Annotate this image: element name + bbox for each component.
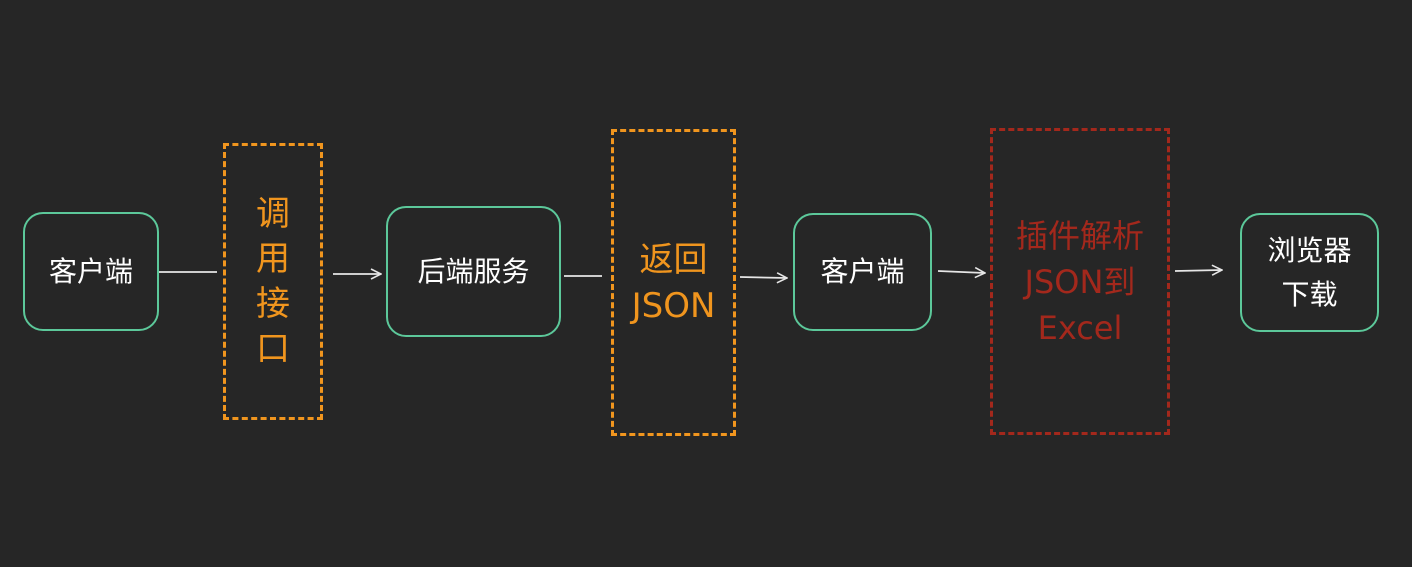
step-call-api-char-4: 口 [256, 328, 290, 369]
step-plugin-parse-line-3: Excel [1037, 308, 1123, 347]
arrow-return-json-to-client [739, 277, 787, 278]
step-return-json-label: 返回 JSON [632, 237, 716, 329]
node-client-1-label: 客户端 [48, 254, 133, 288]
node-browser-download: 浏览器 下载 [1240, 213, 1379, 332]
step-call-api-char-2: 用 [256, 238, 290, 279]
node-browser-download-line-2: 下载 [1281, 277, 1338, 311]
step-return-json: 返回 JSON [611, 129, 736, 436]
node-client-2: 客户端 [793, 213, 932, 331]
node-browser-download-label: 浏览器 下载 [1267, 229, 1351, 317]
node-browser-download-line-1: 浏览器 [1267, 233, 1352, 267]
step-call-api-char-3: 接 [256, 283, 290, 324]
node-backend-service: 后端服务 [386, 206, 561, 337]
step-plugin-parse-label: 插件解析 JSON到 Excel [1016, 213, 1144, 351]
step-plugin-parse-line-2: JSON到 [1024, 262, 1136, 301]
step-plugin-parse-line-1: 插件解析 [1015, 216, 1144, 255]
node-client-1: 客户端 [23, 212, 159, 331]
arrow-plugin-to-browser [1174, 270, 1222, 271]
step-return-json-line-2: JSON [631, 285, 716, 326]
step-plugin-parse: 插件解析 JSON到 Excel [990, 128, 1170, 435]
step-return-json-line-1: 返回 [639, 239, 708, 280]
arrow-client-to-plugin [937, 271, 985, 273]
step-call-api: 调 用 接 口 [223, 143, 323, 420]
step-call-api-label: 调 用 接 口 [256, 192, 290, 372]
node-client-2-label: 客户端 [820, 255, 905, 288]
step-call-api-char-1: 调 [256, 193, 290, 234]
flow-diagram: 客户端 调 用 接 口 后端服务 返回 JSON 客户端 插件解析 JSON到 … [0, 0, 1412, 567]
node-backend-service-label: 后端服务 [417, 254, 530, 288]
